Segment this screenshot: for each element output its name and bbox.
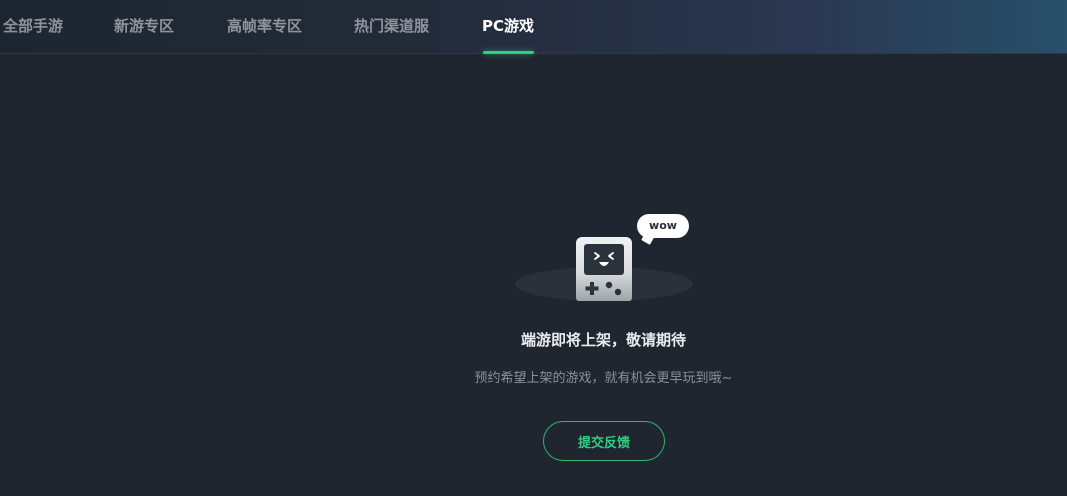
handheld-console-icon <box>576 237 632 301</box>
tab-all-mobile-games[interactable]: 全部手游 <box>3 16 63 38</box>
empty-state-title: 端游即将上架，敬请期待 <box>520 331 686 349</box>
speech-bubble-text: wow <box>649 219 677 232</box>
tab-pc-games[interactable]: PC游戏 <box>482 16 534 38</box>
empty-state-description: 预约希望上架的游戏，就有机会更早玩到哦~ <box>474 371 733 386</box>
tab-new-games[interactable]: 新游专区 <box>114 16 174 38</box>
speech-bubble: wow <box>637 214 689 238</box>
submit-feedback-button[interactable]: 提交反馈 <box>543 421 665 461</box>
console-controls <box>585 281 622 296</box>
active-tab-indicator <box>483 51 534 54</box>
top-tab-bar: 全部手游 新游专区 高帧率专区 热门渠道服 PC游戏 <box>0 0 1067 54</box>
console-screen <box>584 244 624 275</box>
tab-high-framerate[interactable]: 高帧率专区 <box>227 16 302 38</box>
happy-face-icon <box>594 252 614 266</box>
tab-popular-channels[interactable]: 热门渠道服 <box>354 16 429 38</box>
